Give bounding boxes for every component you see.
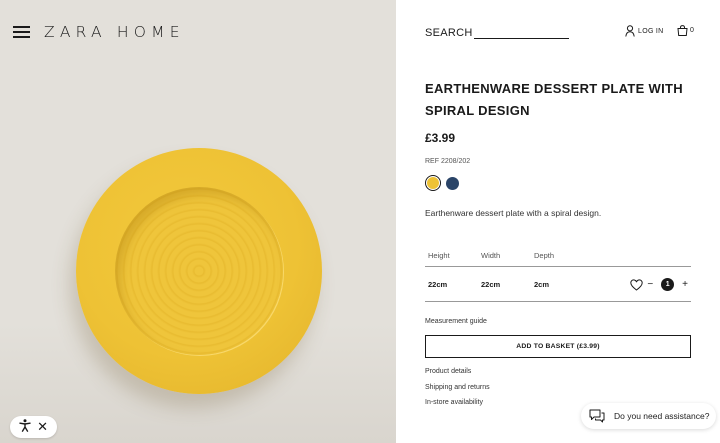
quantity-decrease-button[interactable]: −: [647, 279, 653, 290]
dimensions-row: 22cm 22cm 2cm − 1 +: [425, 267, 691, 302]
info-links: Product details Shipping and returns In-…: [425, 368, 490, 415]
swatch-fill: [427, 177, 439, 189]
accessibility-widget: ✕: [10, 416, 57, 438]
login-label: LOG IN: [638, 27, 664, 35]
dimension-header-height: Height: [428, 250, 450, 260]
plate-center: [115, 187, 283, 355]
product-reference: REF 2208/202: [425, 158, 471, 165]
dimensions-header: Height Width Depth: [425, 244, 691, 267]
color-swatch-yellow[interactable]: [425, 175, 441, 191]
bag-count: 0: [690, 27, 694, 34]
dimension-value-height: 22cm: [428, 279, 448, 289]
accessibility-glyph: [19, 419, 31, 432]
quantity-stepper: − 1 +: [630, 278, 688, 291]
quantity-value: 1: [661, 278, 675, 291]
shipping-returns-link[interactable]: Shipping and returns: [425, 384, 490, 400]
login-button[interactable]: LOG IN: [625, 25, 664, 37]
user-icon: [625, 25, 635, 37]
dimension-value-depth: 2cm: [534, 279, 550, 289]
hamburger-menu-icon[interactable]: [13, 26, 30, 38]
heart-icon[interactable]: [630, 278, 644, 291]
product-price: £3.99: [425, 131, 456, 145]
color-swatches: [425, 175, 459, 191]
assistance-label: Do you need assistance?: [614, 411, 710, 421]
color-swatch-navy[interactable]: [446, 176, 459, 190]
assistance-button[interactable]: Do you need assistance?: [581, 403, 716, 429]
dimension-value-width: 22cm: [481, 279, 501, 289]
product-image-plate: [76, 148, 322, 394]
in-store-availability-link[interactable]: In-store availability: [425, 399, 490, 415]
bag-icon: [677, 25, 688, 36]
search-label: SEARCH: [425, 27, 473, 39]
dimension-header-width: Width: [481, 250, 501, 260]
dimension-header-depth: Depth: [534, 250, 555, 260]
search-input[interactable]: SEARCH: [425, 27, 569, 39]
product-description: Earthenware dessert plate with a spiral …: [425, 208, 602, 218]
product-title: EARTHENWARE DESSERT PLATE WITH SPIRAL DE…: [425, 81, 683, 118]
accessibility-icon[interactable]: [19, 419, 31, 435]
product-info-panel: SEARCH LOG IN 0 EARTHENWARE DESSERT PLAT…: [396, 0, 720, 443]
measurement-guide-link[interactable]: Measurement guide: [425, 318, 487, 325]
quantity-increase-button[interactable]: +: [682, 279, 688, 290]
product-details-link[interactable]: Product details: [425, 368, 490, 384]
dimensions-table: Height Width Depth 22cm 22cm 2cm − 1 +: [425, 244, 691, 302]
add-to-basket-button[interactable]: ADD TO BASKET (£3.99): [425, 335, 691, 358]
product-image-panel: ZARA HOME: [0, 0, 396, 443]
close-icon[interactable]: ✕: [37, 421, 48, 434]
brand-logo[interactable]: ZARA HOME: [44, 23, 185, 41]
chat-icon: [589, 409, 605, 423]
search-underline: [473, 29, 569, 39]
shopping-bag-button[interactable]: 0: [677, 25, 694, 36]
